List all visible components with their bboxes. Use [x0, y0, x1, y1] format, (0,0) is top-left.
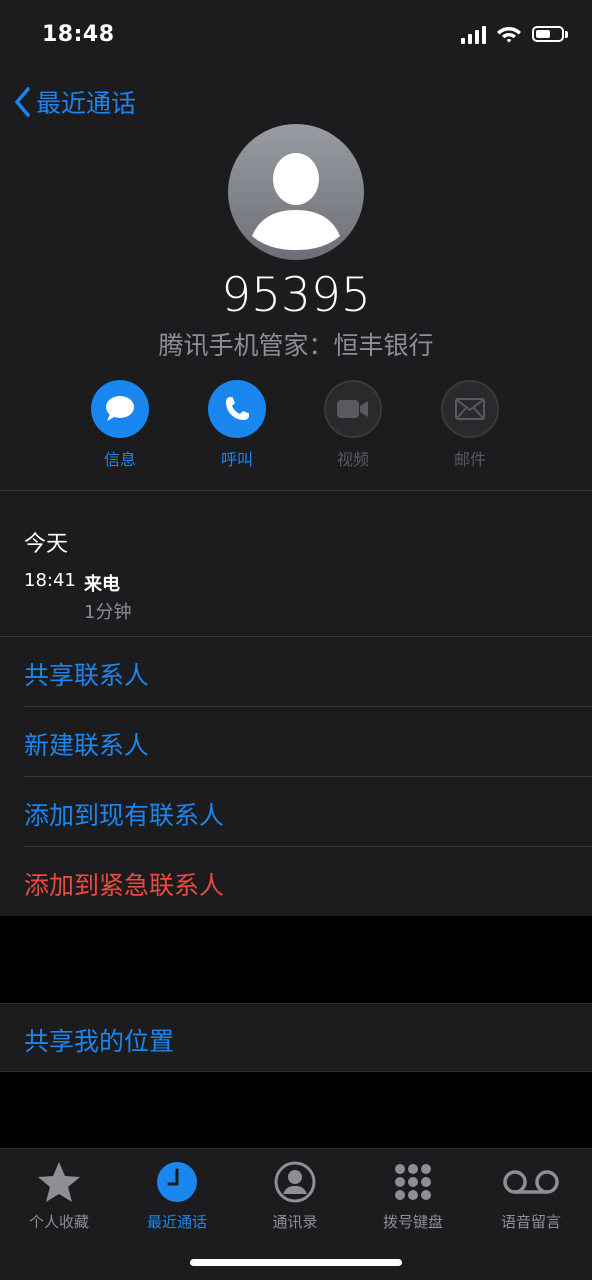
phone-icon: [226, 397, 249, 420]
video-icon: [337, 400, 368, 418]
video-button[interactable]: 视频: [303, 380, 403, 470]
video-label: 视频: [336, 450, 369, 469]
back-button[interactable]: 最近通话: [14, 84, 136, 120]
status-bar: 18:48: [0, 0, 592, 72]
history-day: 今天: [24, 532, 69, 557]
call-time: 18:41: [24, 570, 76, 591]
call-label: 呼叫: [220, 450, 253, 469]
star-icon: [38, 1162, 80, 1202]
message-icon: [106, 396, 134, 421]
tab-contacts[interactable]: 通讯录: [236, 1159, 354, 1232]
message-button[interactable]: 信息: [70, 380, 170, 470]
status-icons: [461, 24, 568, 44]
row-divider: [24, 846, 592, 847]
person-circle-icon: [274, 1161, 316, 1203]
tab-label: 最近通话: [146, 1213, 207, 1231]
tab-label: 个人收藏: [28, 1213, 89, 1231]
call-button[interactable]: 呼叫: [187, 380, 287, 470]
person-silhouette-icon: [252, 153, 340, 250]
mail-button[interactable]: 邮件: [420, 380, 520, 470]
row-divider: [24, 776, 592, 777]
mail-icon: [455, 398, 485, 420]
row-divider: [24, 706, 592, 707]
tab-label: 拨号键盘: [382, 1213, 443, 1231]
keypad-icon: [395, 1164, 431, 1200]
tab-label: 通讯录: [272, 1213, 318, 1231]
call-type: 来电: [84, 574, 120, 595]
tab-favorites[interactable]: 个人收藏: [0, 1159, 118, 1232]
section-divider: [0, 490, 592, 491]
call-duration: 1分钟: [84, 602, 132, 623]
mail-label: 邮件: [453, 450, 486, 469]
wifi-icon: [497, 27, 521, 43]
tab-recents[interactable]: 最近通话: [118, 1159, 236, 1232]
status-time: 18:48: [42, 22, 115, 47]
new-contact-button[interactable]: 新建联系人: [24, 726, 149, 762]
add-existing-contact-button[interactable]: 添加到现有联系人: [24, 796, 224, 832]
contact-detail-screen: 18:48 最近通话 95395 腾讯手机管家：恒丰银行 信息 呼叫 视频 邮件…: [0, 0, 592, 1280]
chevron-left-icon: [15, 87, 30, 117]
share-location-panel: 共享我的位置: [0, 1003, 592, 1072]
back-label: 最近通话: [36, 89, 137, 118]
contact-avatar: [228, 124, 364, 260]
battery-icon: [532, 26, 564, 42]
clock-icon: [157, 1162, 197, 1202]
message-label: 信息: [103, 450, 136, 469]
share-contact-button[interactable]: 共享联系人: [24, 656, 149, 692]
cellular-signal-icon: [461, 24, 486, 44]
tab-keypad[interactable]: 拨号键盘: [354, 1159, 472, 1232]
tab-voicemail[interactable]: 语音留言: [472, 1159, 590, 1232]
add-emergency-contact-button[interactable]: 添加到紧急联系人: [24, 866, 224, 902]
voicemail-icon: [503, 1170, 559, 1194]
contact-number: 95395: [221, 268, 371, 323]
share-location-button[interactable]: 共享我的位置: [24, 1022, 174, 1058]
quick-actions: 信息 呼叫 视频 邮件: [0, 380, 592, 470]
tab-label: 语音留言: [500, 1213, 561, 1231]
home-indicator[interactable]: [190, 1259, 402, 1266]
contact-subtitle: 腾讯手机管家：恒丰银行: [158, 331, 434, 360]
section-divider: [0, 636, 592, 637]
